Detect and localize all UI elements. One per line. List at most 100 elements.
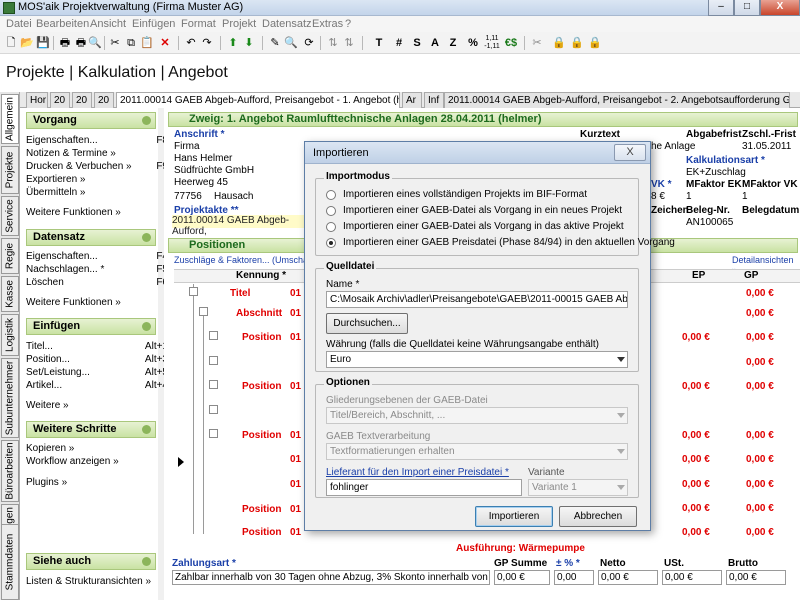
vtab-subunternehmer[interactable]: Subunternehmer bbox=[1, 358, 19, 438]
einfuegen-position[interactable]: Position... Alt+3 bbox=[26, 354, 168, 365]
row-3[interactable]: Position bbox=[242, 381, 281, 392]
variante-select[interactable]: Variante 1 bbox=[528, 479, 628, 496]
zahlungsart-field[interactable]: Zahlbar innerhalb von 30 Tagen ohne Abzu… bbox=[172, 570, 490, 585]
weitere-kopieren[interactable]: Kopieren » bbox=[26, 443, 168, 454]
siehe-listen[interactable]: Listen & Strukturansichten » bbox=[26, 576, 168, 587]
textverarb-select[interactable]: Textformatierungen erhalten bbox=[326, 443, 628, 460]
datensatz-loeschen[interactable]: Löschen F6 bbox=[26, 277, 168, 288]
weitere-workflow[interactable]: Workflow anzeigen » bbox=[26, 456, 168, 467]
vtab-service[interactable]: Service bbox=[1, 196, 19, 236]
decimal-button[interactable]: 1,11 -1,11 bbox=[484, 35, 500, 51]
preview-icon[interactable]: 🔍 bbox=[88, 35, 102, 51]
vtab-projekte[interactable]: Projekte bbox=[1, 146, 19, 194]
lock-red-icon[interactable]: 🔒 bbox=[588, 35, 602, 51]
belegnr-value[interactable]: AN100065 bbox=[686, 217, 733, 228]
tab-20-b[interactable]: 20 bbox=[72, 92, 92, 108]
section-weitere-header[interactable]: Weitere Schritte bbox=[26, 421, 156, 438]
tab-angebot-1[interactable]: 2011.00014 GAEB Abgeb-Aufford, Preisange… bbox=[116, 92, 400, 108]
menu-help[interactable]: ? bbox=[345, 18, 351, 30]
row-2[interactable]: Position bbox=[242, 332, 281, 343]
move-up-icon[interactable]: ⬆ bbox=[226, 35, 240, 51]
menu-datei[interactable]: Datei bbox=[6, 18, 32, 30]
menu-format[interactable]: Format bbox=[181, 18, 216, 30]
vorgang-eigenschaften[interactable]: Eigenschaften... F8 bbox=[26, 135, 168, 146]
tab-angebot-2[interactable]: 2011.00014 GAEB Abgeb-Aufford, Preisange… bbox=[444, 92, 790, 108]
collapse-icon[interactable] bbox=[142, 322, 151, 331]
gpsumme-field[interactable]: 0,00 € bbox=[494, 570, 550, 585]
tree-toggle[interactable] bbox=[209, 380, 218, 389]
netto-field[interactable]: 0,00 € bbox=[598, 570, 658, 585]
einfuegen-set[interactable]: Set/Leistung... Alt+5 bbox=[26, 367, 168, 378]
edit-icon[interactable]: ✎ bbox=[268, 35, 282, 51]
tree-toggle[interactable] bbox=[209, 356, 218, 365]
einfuegen-artikel[interactable]: Artikel... Alt+4 bbox=[26, 380, 168, 391]
datensatz-weitere[interactable]: Weitere Funktionen » bbox=[26, 297, 121, 308]
kalkart-label[interactable]: Kalkulationsart * bbox=[686, 155, 765, 166]
menu-extras[interactable]: Extras bbox=[312, 18, 343, 30]
section-siehe-header[interactable]: Siehe auch bbox=[26, 553, 156, 570]
ust-field[interactable]: 0,00 € bbox=[662, 570, 722, 585]
new-icon[interactable]: 🗋 bbox=[4, 35, 18, 51]
refresh-icon[interactable]: ⟳ bbox=[302, 35, 316, 51]
number-button[interactable]: # bbox=[392, 35, 406, 51]
pct-field[interactable]: 0,00 bbox=[554, 570, 594, 585]
close-button[interactable]: X bbox=[760, 0, 800, 16]
tree-toggle[interactable] bbox=[209, 331, 218, 340]
einfuegen-weitere[interactable]: Weitere » bbox=[26, 400, 69, 411]
dialog-close-button[interactable]: X bbox=[614, 144, 646, 161]
vorgang-uebermitteln[interactable]: Übermitteln » bbox=[26, 187, 168, 198]
collapse-icon[interactable] bbox=[142, 425, 151, 434]
sort-desc-icon[interactable]: ⇅ bbox=[342, 35, 356, 51]
col-gp[interactable]: GP bbox=[744, 270, 758, 284]
currency-button[interactable]: €$ bbox=[504, 35, 518, 51]
redo-icon[interactable]: ↷ bbox=[200, 35, 214, 51]
row-8[interactable]: Position bbox=[242, 527, 281, 538]
menu-einfuegen[interactable]: Einfügen bbox=[132, 18, 175, 30]
z-button[interactable]: Z bbox=[446, 35, 460, 51]
print-icon[interactable]: 🖶 bbox=[58, 35, 72, 51]
collapse-icon[interactable] bbox=[142, 116, 151, 125]
paste-icon[interactable]: 📋 bbox=[140, 35, 154, 51]
section-vorgang-header[interactable]: Vorgang bbox=[26, 112, 156, 129]
row-7[interactable]: Position bbox=[242, 504, 281, 515]
lieferant-label[interactable]: Lieferant für den Import einer Preisdate… bbox=[326, 467, 509, 478]
waehrung-select[interactable]: Euro bbox=[326, 351, 628, 368]
datensatz-eigenschaften[interactable]: Eigenschaften... F4 bbox=[26, 251, 168, 262]
kalkart-value[interactable]: EK+Zuschlag bbox=[686, 167, 746, 178]
move-down-icon[interactable]: ⬇ bbox=[242, 35, 256, 51]
vtab-bueroarbeiten[interactable]: Büroarbeiten bbox=[1, 440, 19, 502]
vorgang-drucken[interactable]: Drucken & Verbuchen » F9 bbox=[26, 161, 168, 172]
datensatz-nachschlagen[interactable]: Nachschlagen... * F5 bbox=[26, 264, 168, 275]
tab-20-c[interactable]: 20 bbox=[94, 92, 114, 108]
tab-ar[interactable]: Ar bbox=[402, 92, 422, 108]
zahlungsart-label[interactable]: Zahlungsart * bbox=[172, 558, 236, 569]
section-einfuegen-header[interactable]: Einfügen bbox=[26, 318, 156, 335]
tab-20-a[interactable]: 20 bbox=[50, 92, 70, 108]
gliederung-select[interactable]: Titel/Bereich, Abschnitt, ... bbox=[326, 407, 628, 424]
vorgang-weitere[interactable]: Weitere Funktionen » bbox=[26, 207, 121, 218]
mfaktor-vk-value[interactable]: 1 bbox=[742, 191, 748, 202]
brutto-field[interactable]: 0,00 € bbox=[726, 570, 786, 585]
anschrift-label[interactable]: Anschrift * bbox=[174, 129, 225, 140]
durchsuchen-button[interactable]: Durchsuchen... bbox=[326, 313, 408, 334]
lock-yellow-icon[interactable]: 🔒 bbox=[570, 35, 584, 51]
menu-ansicht[interactable]: Ansicht bbox=[90, 18, 126, 30]
vtab-logistik[interactable]: Logistik bbox=[1, 314, 19, 356]
copy-icon[interactable]: ⧉ bbox=[124, 35, 138, 51]
a-button[interactable]: A bbox=[428, 35, 442, 51]
vtab-stammdaten[interactable]: Stammdaten bbox=[1, 524, 19, 600]
tree-toggle[interactable] bbox=[199, 307, 208, 316]
undo-icon[interactable]: ↶ bbox=[184, 35, 198, 51]
s-button[interactable]: S bbox=[410, 35, 424, 51]
abbrechen-button[interactable]: Abbrechen bbox=[559, 506, 637, 527]
col-ep[interactable]: EP bbox=[692, 270, 705, 284]
vtab-allgemein[interactable]: Allgemein bbox=[1, 94, 19, 144]
save-icon[interactable]: 💾 bbox=[36, 35, 50, 51]
menu-projekt[interactable]: Projekt bbox=[222, 18, 256, 30]
row-4[interactable]: Position bbox=[242, 430, 281, 441]
einfuegen-titel[interactable]: Titel... Alt+1 bbox=[26, 341, 168, 352]
menu-bearbeiten[interactable]: Bearbeiten bbox=[36, 18, 89, 30]
cut-icon[interactable]: ✂ bbox=[108, 35, 122, 51]
print-preview-icon[interactable]: 🖶 bbox=[74, 35, 88, 51]
row-1[interactable]: Abschnitt bbox=[236, 308, 282, 319]
